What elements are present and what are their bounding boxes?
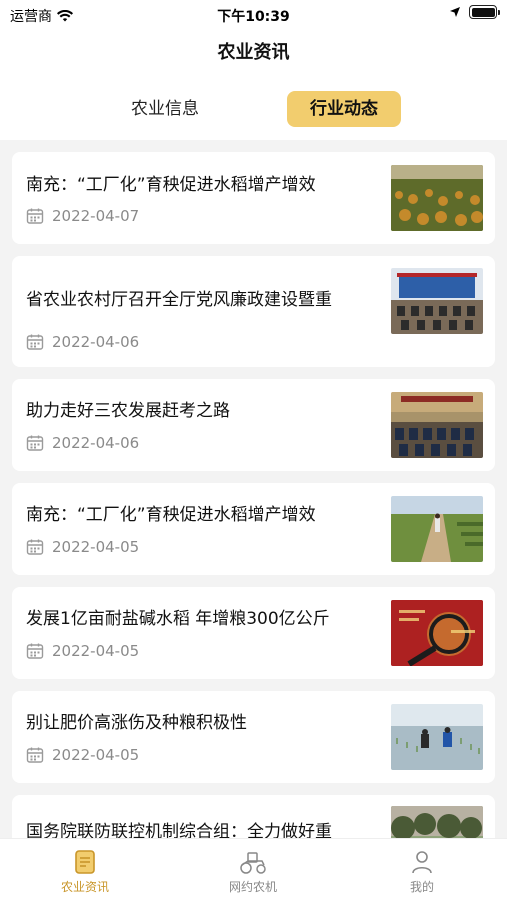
location-arrow-icon	[450, 7, 460, 17]
news-thumbnail	[391, 392, 483, 458]
news-card[interactable]: 南充：“工厂化”育秧促进水稻增产增效 2022-04-05	[12, 483, 495, 575]
calendar-icon	[26, 747, 44, 763]
bottom-tab-bar: 农业资讯 网约农机 我的	[0, 838, 507, 900]
news-card[interactable]: 南充：“工厂化”育秧促进水稻增产增效 2022-04-07	[12, 152, 495, 244]
document-icon	[75, 850, 95, 874]
bottom-tab-label: 我的	[409, 880, 434, 894]
news-date: 2022-04-06	[52, 434, 140, 452]
calendar-icon	[26, 334, 44, 350]
news-date: 2022-04-05	[52, 642, 140, 660]
tab-agri-info[interactable]: 农业信息	[110, 91, 220, 127]
news-title: 省农业农村厅召开全厅党风廉政建设暨重	[26, 290, 332, 310]
news-date: 2022-04-05	[52, 538, 140, 556]
news-title: 助力走好三农发展赶考之路	[26, 401, 230, 421]
news-date-row: 2022-04-05	[26, 538, 139, 556]
bottom-tab-agri-news[interactable]: 农业资讯	[10, 839, 168, 900]
news-title: 南充：“工厂化”育秧促进水稻增产增效	[26, 505, 316, 525]
calendar-icon	[26, 539, 44, 555]
user-icon	[412, 851, 432, 874]
news-list: 南充：“工厂化”育秧促进水稻增产增效 2022-04-07 省农业农村厅召开全厅…	[12, 152, 495, 899]
news-date-row: 2022-04-07	[26, 207, 139, 225]
news-date: 2022-04-06	[52, 333, 140, 351]
news-card[interactable]: 别让肥价高涨伤及种粮积极性 2022-04-05	[12, 691, 495, 783]
segment-tabs: 农业信息 行业动态	[0, 76, 507, 140]
tractor-icon	[240, 852, 266, 874]
battery-icon	[469, 5, 500, 19]
news-thumbnail	[391, 600, 483, 666]
news-thumbnail	[391, 704, 483, 770]
bottom-tab-mine[interactable]: 我的	[347, 839, 497, 900]
status-time: 下午10:39	[217, 9, 290, 25]
news-title: 别让肥价高涨伤及种粮积极性	[26, 713, 247, 733]
news-card[interactable]: 助力走好三农发展赶考之路 2022-04-06	[12, 379, 495, 471]
status-right	[449, 5, 500, 19]
bottom-tab-farm-machine[interactable]: 网约农机	[178, 839, 328, 900]
calendar-icon	[26, 435, 44, 451]
navbar: 农业资讯	[0, 30, 507, 76]
news-date-row: 2022-04-05	[26, 642, 139, 660]
news-thumbnail	[391, 165, 483, 231]
news-date-row: 2022-04-06	[26, 434, 139, 452]
status-bar: 运营商 下午10:39	[0, 0, 507, 30]
calendar-icon	[26, 208, 44, 224]
news-thumbnail	[391, 496, 483, 562]
tab-industry-news[interactable]: 行业动态	[287, 91, 401, 127]
page-title: 农业资讯	[217, 42, 290, 63]
news-card[interactable]: 发展1亿亩耐盐碱水稻 年增粮300亿公斤 2022-04-05	[12, 587, 495, 679]
news-date: 2022-04-07	[52, 207, 140, 225]
news-date-row: 2022-04-05	[26, 746, 139, 764]
calendar-icon	[26, 643, 44, 659]
bottom-tab-label: 农业资讯	[60, 880, 109, 894]
news-title: 南充：“工厂化”育秧促进水稻增产增效	[26, 175, 316, 195]
news-title: 发展1亿亩耐盐碱水稻 年增粮300亿公斤	[26, 609, 330, 629]
news-thumbnail	[391, 268, 483, 334]
bottom-tab-label: 网约农机	[228, 880, 277, 894]
news-card[interactable]: 省农业农村厅召开全厅党风廉政建设暨重 2022-04-06	[12, 256, 495, 367]
news-date-row: 2022-04-06	[26, 333, 139, 351]
news-date: 2022-04-05	[52, 746, 140, 764]
